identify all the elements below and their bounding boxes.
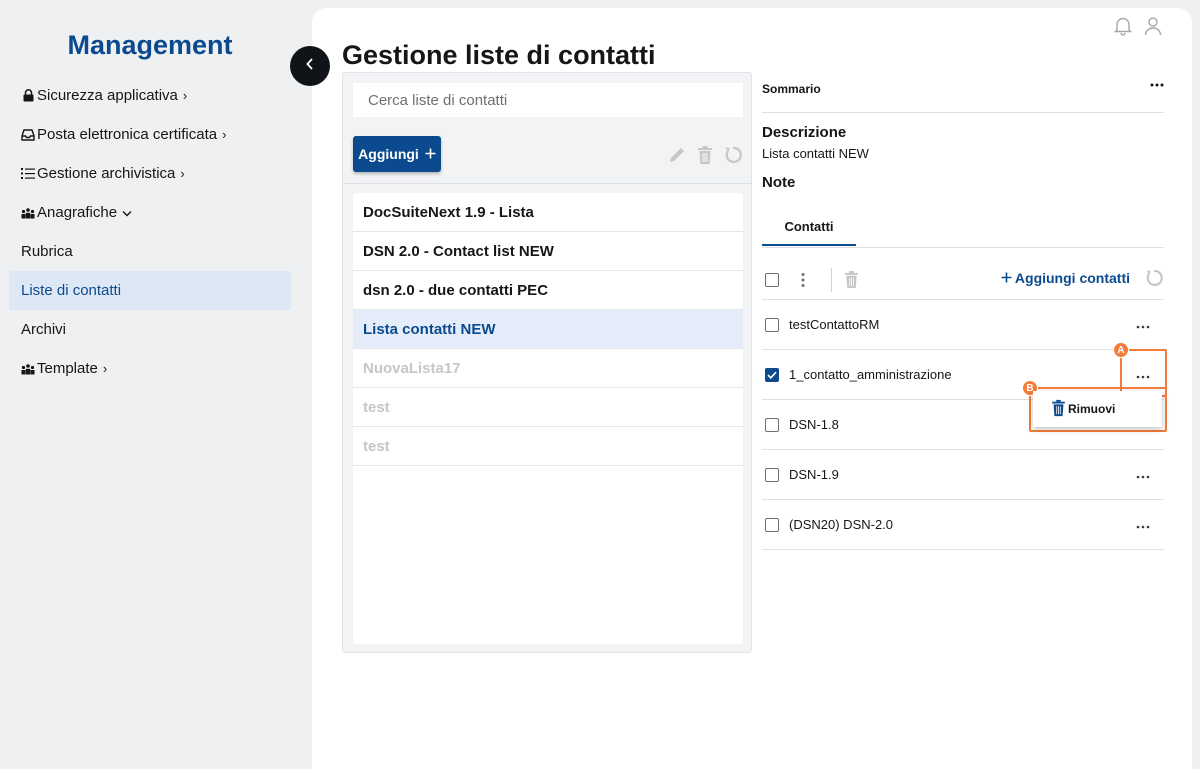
add-contacts-label: Aggiungi contatti [1014,270,1130,286]
chevron-right-icon: › [180,166,185,181]
remove-menu-item[interactable]: Rimuovi [1068,402,1115,416]
sidebar-item-sicurezza[interactable]: Sicurezza applicativa › [9,76,291,115]
row-checkbox[interactable] [765,467,779,482]
refresh-icon[interactable] [1144,268,1164,293]
sidebar-item-label: Archivi [21,321,67,338]
annotation-marker-a: A [1113,342,1129,358]
summary-title: Sommario [762,82,821,96]
tab-contatti[interactable]: Contatti [762,208,856,246]
list-item[interactable]: test [353,427,743,466]
brand-title: Management [67,30,233,60]
contact-row[interactable]: (DSN20) DSN-2.0 [762,500,1164,550]
sidebar-item-gestione-archivistica[interactable]: Gestione archivistica › [9,154,291,193]
more-options-icon[interactable] [1150,78,1164,97]
trash-icon [1051,399,1066,420]
sidebar-item-label: Sicurezza applicativa [37,87,178,104]
refresh-icon[interactable] [723,145,743,170]
context-menu: Rimuovi [1033,391,1162,427]
sidebar: Management Sicurezza applicativa › Posta… [0,0,300,769]
group-icon [21,206,35,220]
summary-panel: Sommario Descrizione Lista contatti NEW … [762,72,1164,592]
sidebar-item-template[interactable]: Template › [9,349,291,388]
list-item[interactable]: test [353,388,743,427]
checkmark-icon [767,371,777,379]
sidebar-item-label: Anagrafiche [37,204,118,221]
list-item[interactable]: DSN 2.0 - Contact list NEW [353,232,743,271]
plus-icon [1001,270,1012,286]
toolbar-separator [831,268,832,292]
contact-lists-panel: Aggiungi DocSuiteNext 1.9 - Lista DSN 2.… [342,72,752,653]
page-title: Gestione liste di contatti [342,40,656,70]
bell-icon[interactable] [1113,16,1133,41]
list-item[interactable]: dsn 2.0 - due contatti PEC [353,271,743,310]
search-input[interactable] [353,83,743,117]
sidebar-item-label: Template [37,360,98,377]
collapse-sidebar-button[interactable] [290,46,330,86]
sidebar-item-label: Posta elettronica certificata [37,126,218,143]
list-item-selected[interactable]: Lista contatti NEW [353,310,743,349]
more-options-icon[interactable] [1136,467,1150,485]
add-contacts-button[interactable]: Aggiungi contatti [1001,270,1130,286]
row-checkbox-checked[interactable] [765,367,779,382]
chevron-right-icon: › [182,88,188,103]
add-list-button[interactable]: Aggiungi [353,136,441,172]
chevron-down-icon [122,205,132,220]
sidebar-item-archivi[interactable]: Archivi [9,310,291,349]
trash-icon[interactable] [844,270,859,294]
add-button-label: Aggiungi [358,146,419,162]
header-icons [1113,16,1162,41]
description-value: Lista contatti NEW [762,146,869,161]
row-checkbox[interactable] [765,317,779,332]
chevron-right-icon: › [102,361,108,376]
user-icon[interactable] [1144,16,1162,41]
sidebar-nav: Sicurezza applicativa › Posta elettronic… [9,76,291,388]
contact-row[interactable]: testContattoRM [762,300,1164,350]
panel-divider [343,183,751,184]
select-all-checkbox[interactable] [765,273,779,287]
list-icon [21,167,35,181]
contact-name: DSN-1.9 [789,467,839,482]
chevron-left-icon [306,57,314,75]
note-label: Note [762,174,796,191]
contact-name: 1_contatto_amministrazione [789,367,952,382]
divider [762,112,1164,113]
edit-icon[interactable] [667,145,687,170]
divider [762,247,1164,248]
sidebar-item-liste-di-contatti[interactable]: Liste di contatti [9,271,291,310]
sidebar-item-label: Gestione archivistica [37,165,176,182]
list-item[interactable]: DocSuiteNext 1.9 - Lista [353,193,743,232]
contact-name: testContattoRM [789,317,880,332]
list-item[interactable]: NuovaLista17 [353,349,743,388]
group-icon [21,362,35,376]
sidebar-item-label: Liste di contatti [21,282,122,299]
trash-icon[interactable] [697,145,713,170]
more-options-icon[interactable] [1136,317,1150,335]
lock-icon [21,89,35,103]
contact-lists: DocSuiteNext 1.9 - Lista DSN 2.0 - Conta… [353,193,743,644]
contact-row[interactable]: DSN-1.9 [762,450,1164,500]
row-checkbox[interactable] [765,517,779,532]
sidebar-item-label: Rubrica [21,243,73,260]
contact-name: DSN-1.8 [789,417,839,432]
sidebar-item-posta[interactable]: Posta elettronica certificata › [9,115,291,154]
description-label: Descrizione [762,124,847,141]
chevron-right-icon: › [222,127,227,142]
sidebar-item-rubrica[interactable]: Rubrica [9,232,291,271]
sidebar-item-anagrafiche[interactable]: Anagrafiche [9,193,291,232]
list-tools [667,145,743,170]
row-checkbox[interactable] [765,417,779,432]
kebab-icon[interactable] [800,272,806,293]
more-options-icon[interactable] [1136,517,1150,535]
inbox-icon [21,128,35,142]
contact-name: (DSN20) DSN-2.0 [789,517,894,532]
plus-icon [425,146,436,162]
